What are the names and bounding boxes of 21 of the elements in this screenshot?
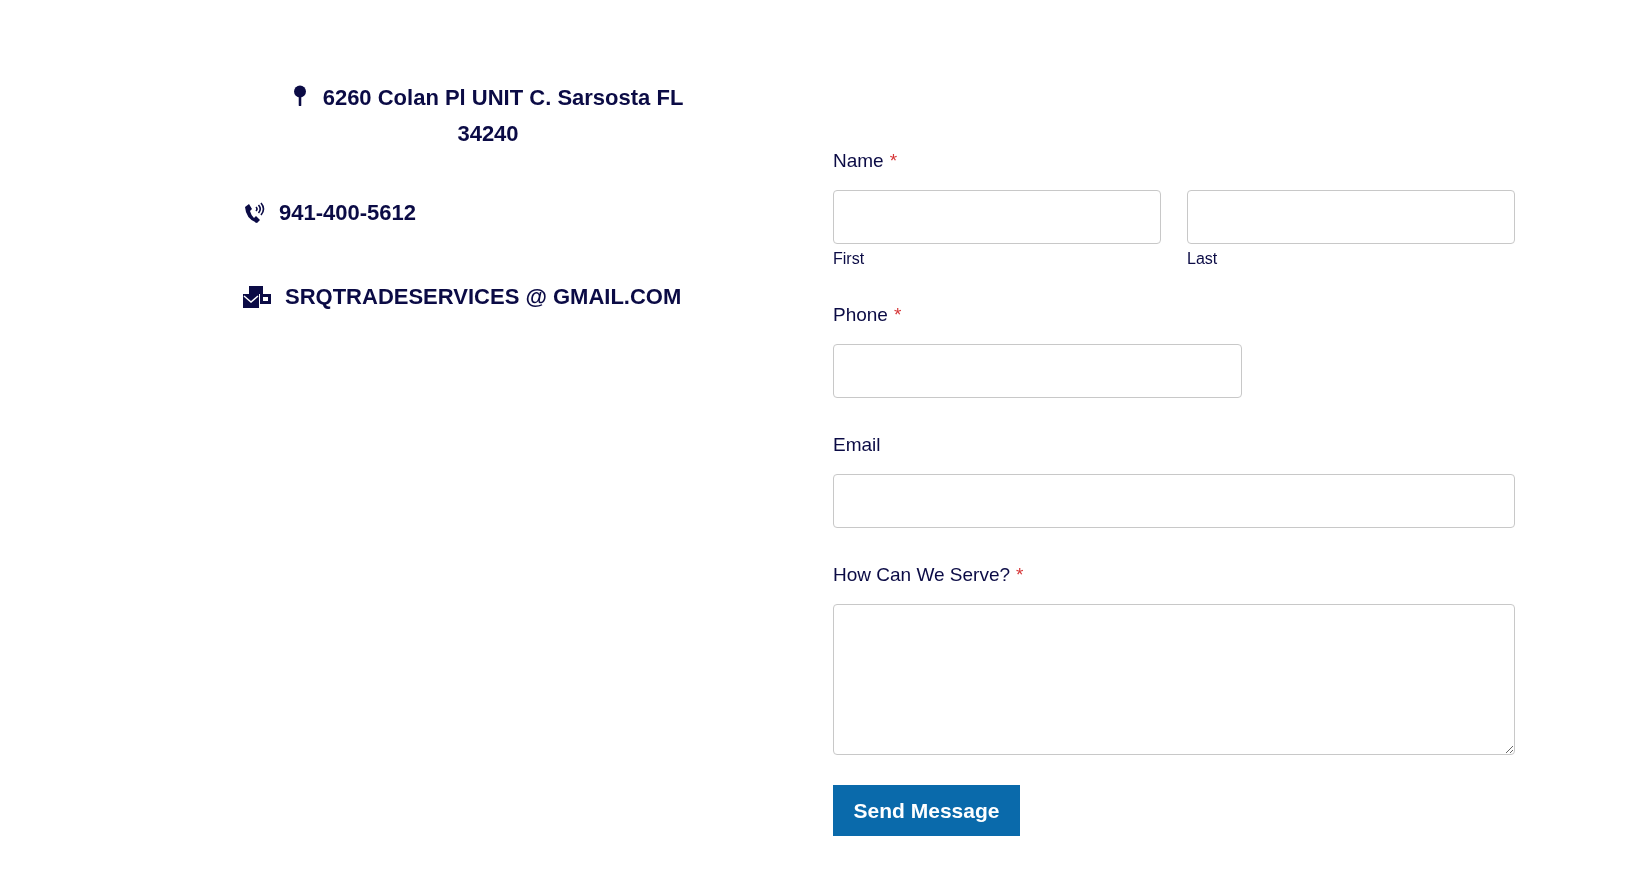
field-sublabel: First [833, 250, 866, 268]
email-address: SRQTRADESERVICES @ GMAIL.COM [285, 284, 682, 310]
field-label: How Can We Serve? [833, 564, 1011, 585]
phone-number: 941-400-5612 [279, 200, 416, 226]
field-label: Name [833, 150, 884, 171]
required-mark: * [893, 304, 902, 325]
phone-icon [243, 201, 265, 225]
send-message-button[interactable]: Send Message [833, 785, 1020, 836]
field-label: Phone [833, 304, 888, 325]
address-text: 6260 Colan Pl UNIT C. Sarsosta FL 34240 [268, 80, 708, 152]
field-sublabel: Last [1187, 250, 1219, 268]
input-field[interactable] [833, 344, 1242, 398]
pin-icon [292, 85, 307, 107]
required-mark: * [1016, 564, 1024, 585]
input-field[interactable] [833, 474, 1515, 528]
input-field[interactable] [1187, 190, 1515, 244]
mail-icon [243, 285, 271, 309]
text-area[interactable] [833, 604, 1515, 755]
input-field[interactable] [833, 190, 1161, 244]
field-label: Email [833, 434, 881, 455]
required-mark: * [889, 150, 898, 171]
